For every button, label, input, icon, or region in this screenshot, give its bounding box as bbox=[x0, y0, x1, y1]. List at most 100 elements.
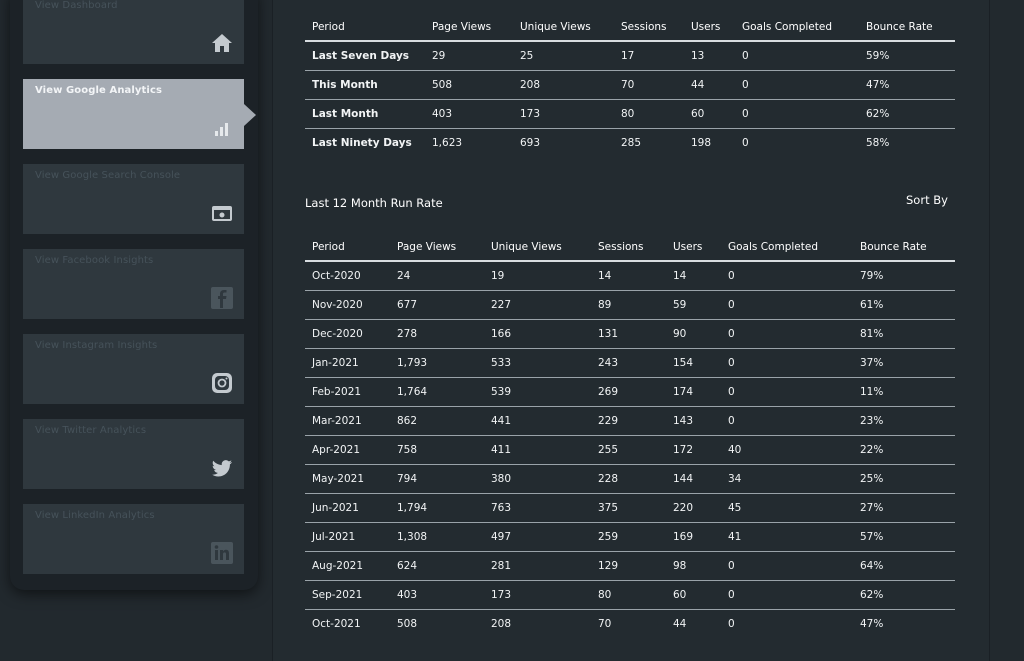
sidebar-item-instagram-insights[interactable]: View Instagram Insights bbox=[23, 334, 244, 404]
cell: 0 bbox=[721, 377, 853, 407]
cell: 278 bbox=[390, 319, 484, 349]
column-header: Page Views bbox=[432, 20, 492, 33]
sidebar-item-dashboard[interactable]: View Dashboard bbox=[23, 0, 244, 64]
cell: 380 bbox=[484, 464, 591, 494]
column-header[interactable]: Goals Completed bbox=[721, 233, 853, 261]
cell: 255 bbox=[591, 435, 666, 465]
cell: 90 bbox=[666, 319, 721, 349]
cell: 208 bbox=[513, 70, 614, 100]
table-row: This Month 508 208 70 44 0 47% bbox=[305, 70, 955, 100]
cell: 24 bbox=[390, 261, 484, 291]
cell: 131 bbox=[591, 319, 666, 349]
sidebar-item-label: View Facebook Insights bbox=[35, 255, 154, 266]
cell: 70 bbox=[614, 70, 684, 100]
cell: 25 bbox=[513, 41, 614, 71]
cell: 0 bbox=[721, 290, 853, 320]
cell: 285 bbox=[621, 137, 642, 149]
table-row: Feb-2021 1,764 539 269 174 0 11% bbox=[305, 377, 955, 407]
cell: 22% bbox=[853, 435, 955, 465]
analytics-icon bbox=[215, 123, 228, 136]
cell: Feb-2021 bbox=[305, 377, 390, 407]
column-header: Unique Views bbox=[520, 20, 591, 33]
cell: 64% bbox=[853, 551, 955, 581]
cell: 40 bbox=[721, 435, 853, 465]
cell: May-2021 bbox=[305, 464, 390, 494]
cell: 37% bbox=[853, 348, 955, 378]
cell: 0 bbox=[728, 618, 735, 630]
column-header: Period bbox=[312, 20, 345, 33]
column-header[interactable]: Users bbox=[666, 233, 721, 261]
sidebar-item-search-console[interactable]: View Google Search Console bbox=[23, 164, 244, 234]
cell: 0 bbox=[721, 319, 853, 349]
cell: 44 bbox=[673, 618, 687, 630]
home-icon bbox=[212, 34, 232, 52]
column-header[interactable]: Page Views bbox=[390, 233, 484, 261]
cell: 243 bbox=[591, 348, 666, 378]
cell: Mar-2021 bbox=[305, 406, 390, 436]
table-row: Oct-2020 24 19 14 14 0 79% bbox=[305, 261, 955, 291]
sidebar-item-twitter-analytics[interactable]: View Twitter Analytics bbox=[23, 419, 244, 489]
table-row: Aug-2021 624 281 129 98 0 64% bbox=[305, 551, 955, 581]
cell: 0 bbox=[721, 261, 853, 291]
cell: 61% bbox=[853, 290, 955, 320]
cell: Aug-2021 bbox=[305, 551, 390, 581]
sidebar-item-label: View Twitter Analytics bbox=[35, 425, 147, 436]
table-row: Sep-2021 403 173 80 60 0 62% bbox=[305, 580, 955, 610]
table-row: Apr-2021 758 411 255 172 40 22% bbox=[305, 435, 955, 465]
cell: 80 bbox=[591, 580, 666, 610]
table-row: Dec-2020 278 166 131 90 0 81% bbox=[305, 319, 955, 349]
column-header[interactable]: Unique Views bbox=[484, 233, 591, 261]
column-header: Users bbox=[691, 20, 721, 33]
cell: 0 bbox=[735, 41, 859, 71]
cell: 47% bbox=[859, 70, 955, 100]
table-row: Nov-2020 677 227 89 59 0 61% bbox=[305, 290, 955, 320]
cell: Last Seven Days bbox=[305, 41, 425, 71]
cell: 403 bbox=[390, 580, 484, 610]
cell: 25% bbox=[853, 464, 955, 494]
cell: 41 bbox=[721, 522, 853, 552]
cell: 58% bbox=[866, 137, 890, 149]
sidebar-item-label: View Instagram Insights bbox=[35, 340, 158, 351]
sidebar-item-linkedin-analytics[interactable]: View LinkedIn Analytics bbox=[23, 504, 244, 574]
cell: 208 bbox=[491, 618, 512, 630]
column-header: Goals Completed bbox=[742, 20, 832, 33]
cell: 441 bbox=[484, 406, 591, 436]
table-row: Jul-2021 1,308 497 259 169 41 57% bbox=[305, 522, 955, 552]
table-row: Last Ninety Days 1,623 693 285 198 0 58% bbox=[305, 129, 955, 158]
cell: 0 bbox=[721, 551, 853, 581]
table-row: Last Month 403 173 80 60 0 62% bbox=[305, 99, 955, 129]
column-header[interactable]: Bounce Rate bbox=[853, 233, 955, 261]
cell: 29 bbox=[425, 41, 513, 71]
sort-by-button[interactable]: Sort By bbox=[906, 193, 948, 207]
cell: 60 bbox=[684, 99, 735, 129]
cell: 862 bbox=[390, 406, 484, 436]
cell: 166 bbox=[484, 319, 591, 349]
cell: 1,793 bbox=[390, 348, 484, 378]
cell: 70 bbox=[598, 618, 612, 630]
twitter-icon bbox=[212, 460, 232, 477]
facebook-icon bbox=[211, 287, 233, 309]
sidebar-item-label: View Google Analytics bbox=[35, 85, 163, 96]
search-console-icon bbox=[212, 206, 232, 221]
column-header[interactable]: Period bbox=[305, 233, 390, 261]
cell: 79% bbox=[853, 261, 955, 291]
column-header[interactable]: Sessions bbox=[591, 233, 666, 261]
cell: 693 bbox=[520, 137, 541, 149]
cell: 1,794 bbox=[390, 493, 484, 523]
cell: 60 bbox=[666, 580, 721, 610]
cell: 89 bbox=[591, 290, 666, 320]
cell: 677 bbox=[390, 290, 484, 320]
cell: 497 bbox=[484, 522, 591, 552]
cell: 14 bbox=[666, 261, 721, 291]
cell: Oct-2021 bbox=[312, 618, 361, 630]
sidebar-item-google-analytics[interactable]: View Google Analytics bbox=[23, 79, 256, 149]
table-row: Jun-2021 1,794 763 375 220 45 27% bbox=[305, 493, 955, 523]
cell: Apr-2021 bbox=[305, 435, 390, 465]
cell: 62% bbox=[859, 99, 955, 129]
table-header-row: Period Page Views Unique Views Sessions … bbox=[305, 233, 955, 261]
cell: Sep-2021 bbox=[305, 580, 390, 610]
cell: 129 bbox=[591, 551, 666, 581]
sidebar-item-facebook-insights[interactable]: View Facebook Insights bbox=[23, 249, 244, 319]
cell: 624 bbox=[390, 551, 484, 581]
table-row: May-2021 794 380 228 144 34 25% bbox=[305, 464, 955, 494]
